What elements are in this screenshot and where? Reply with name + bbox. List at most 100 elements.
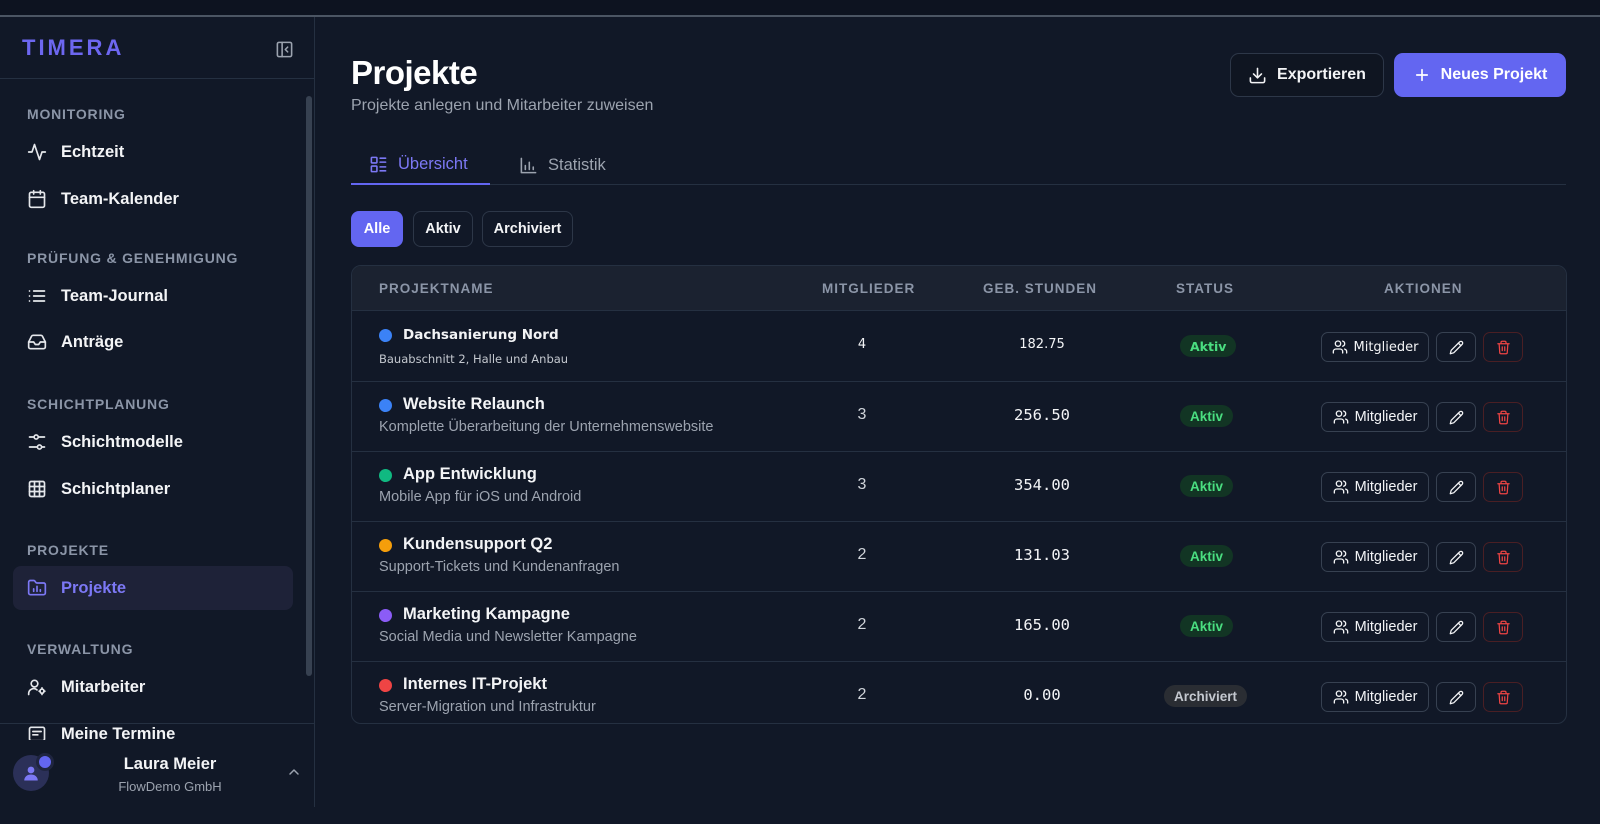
sidebar-item-label: Team-Journal [61, 286, 168, 305]
sidebar-item-label: Team-Kalender [61, 189, 179, 208]
table-row[interactable]: Website Relaunch Komplette Überarbeitung … [352, 382, 1566, 452]
hours-value: 256.50 [1014, 406, 1070, 424]
members-button[interactable]: Mitglieder [1321, 332, 1429, 362]
delete-button[interactable] [1483, 542, 1523, 572]
sidebar-item-echtzeit[interactable]: Echtzeit [13, 130, 293, 174]
members-button[interactable]: Mitglieder [1321, 472, 1429, 502]
filter-archiviert[interactable]: Archiviert [482, 211, 573, 247]
project-color-dot [379, 539, 392, 552]
members-button[interactable]: Mitglieder [1321, 682, 1429, 712]
hours-value: 182.75 [1019, 337, 1065, 352]
project-description: Server-Migration und Infrastruktur [379, 699, 596, 715]
hours-value: 0.00 [1023, 686, 1061, 704]
brand-row: TIMERA [0, 17, 314, 79]
sidebar-item-label: Mitarbeiter [61, 677, 146, 696]
project-name: App Entwicklung [403, 465, 537, 483]
project-description: Mobile App für iOS und Android [379, 489, 582, 505]
export-label: Exportieren [1277, 66, 1366, 83]
edit-button[interactable] [1436, 612, 1476, 642]
bar-chart-icon [520, 157, 537, 173]
hours-value: 165.00 [1014, 616, 1070, 634]
sidebar-item-schichtmodelle[interactable]: Schichtmodelle [13, 420, 293, 464]
edit-button[interactable] [1436, 402, 1476, 432]
table-row[interactable]: Marketing Kampagne Social Media und Newsl… [352, 592, 1566, 662]
sidebar-collapse-button[interactable] [273, 38, 295, 60]
filter-aktiv[interactable]: Aktiv [413, 211, 473, 247]
page-title: Projekte [351, 54, 478, 91]
sidebar-item-team-kalender[interactable]: Team-Kalender [13, 177, 293, 221]
members-button-label: Mitglieder [1354, 619, 1418, 635]
export-button[interactable]: Exportieren [1230, 53, 1384, 97]
sidebar-item-label: Projekte [61, 578, 127, 597]
column-header-status: STATUS [1176, 281, 1234, 296]
trash-icon [1496, 550, 1511, 565]
edit-button[interactable] [1436, 332, 1476, 362]
project-description: Bauabschnitt 2, Halle und Anbau [379, 352, 569, 366]
tab-label: Statistik [548, 155, 606, 174]
sidebar-item-mitarbeiter[interactable]: Mitarbeiter [13, 665, 293, 709]
project-color-dot [379, 609, 392, 622]
sidebar-item-team-journal[interactable]: Team-Journal [13, 274, 293, 318]
trash-icon [1496, 690, 1511, 705]
new-project-label: Neues Projekt [1440, 66, 1548, 83]
brand-logo: TIMERA [22, 35, 125, 60]
delete-button[interactable] [1483, 332, 1523, 362]
download-icon [1249, 67, 1266, 83]
members-button[interactable]: Mitglieder [1321, 542, 1429, 572]
filter-alle[interactable]: Alle [351, 211, 403, 247]
sidebar-item-schichtplaner[interactable]: Schichtplaner [13, 467, 293, 511]
column-header-mitglieder: MITGLIEDER [822, 281, 916, 296]
members-button[interactable]: Mitglieder [1321, 612, 1429, 642]
table-header: PROJEKTNAME MITGLIEDER GEB. STUNDEN STAT… [352, 266, 1566, 311]
status-badge: Aktiv [1180, 475, 1234, 497]
edit-button[interactable] [1436, 472, 1476, 502]
users-icon [1333, 689, 1349, 705]
sidebar-item-antraege[interactable]: Anträge [13, 320, 293, 364]
tab-statistik[interactable]: Statistik [501, 145, 624, 185]
edit-button[interactable] [1436, 682, 1476, 712]
section-label-monitoring: MONITORING [27, 106, 126, 122]
main-content: Projekte Projekte anlegen und Mitarbeite… [316, 17, 1600, 824]
status-badge: Archiviert [1164, 685, 1248, 707]
users-icon [1333, 619, 1349, 635]
users-icon [1333, 549, 1349, 565]
sidebar-scrollbar[interactable] [306, 96, 312, 676]
folder-chart-icon [27, 578, 47, 598]
grid-icon [27, 479, 47, 499]
project-color-dot [379, 679, 392, 692]
projects-table: PROJEKTNAME MITGLIEDER GEB. STUNDEN STAT… [351, 265, 1567, 724]
trash-icon [1496, 410, 1511, 425]
hours-value: 131.03 [1014, 546, 1070, 564]
table-row[interactable]: Dachsanierung Nord Bauabschnitt 2, Halle … [352, 312, 1566, 382]
sidebar-item-projekte[interactable]: Projekte [13, 566, 293, 610]
members-count: 2 [857, 686, 867, 703]
pencil-icon [1449, 620, 1464, 635]
users-icon [1333, 409, 1349, 425]
new-project-button[interactable]: Neues Projekt [1394, 53, 1566, 97]
delete-button[interactable] [1483, 682, 1523, 712]
sidebar-item-label: Schichtmodelle [61, 432, 183, 451]
delete-button[interactable] [1483, 612, 1523, 642]
table-row[interactable]: Internes IT-Projekt Server-Migration und … [352, 662, 1566, 723]
column-header-stunden: GEB. STUNDEN [983, 281, 1098, 296]
project-name: Internes IT-Projekt [403, 675, 547, 693]
table-row[interactable]: Kundensupport Q2 Support-Tickets und Kund… [352, 522, 1566, 592]
project-name: Website Relaunch [403, 395, 545, 413]
section-label-pruefung: PRÜFUNG & GENEHMIGUNG [27, 250, 239, 266]
edit-button[interactable] [1436, 542, 1476, 572]
delete-button[interactable] [1483, 472, 1523, 502]
sliders-icon [27, 432, 47, 452]
tab-uebersicht[interactable]: Übersicht [351, 145, 490, 185]
members-button[interactable]: Mitglieder [1321, 402, 1429, 432]
sidebar-item-label: Schichtplaner [61, 479, 171, 498]
members-button-label: Mitglieder [1354, 689, 1418, 705]
project-color-dot [379, 399, 392, 412]
chevron-up-icon[interactable] [286, 764, 302, 780]
project-color-dot [379, 329, 392, 342]
user-cog-icon [27, 677, 47, 697]
delete-button[interactable] [1483, 402, 1523, 432]
activity-icon [27, 142, 47, 162]
table-row[interactable]: App Entwicklung Mobile App für iOS und An… [352, 452, 1566, 522]
tab-bar: Übersicht Statistik [351, 145, 1566, 185]
user-name: Laura Meier [123, 755, 217, 773]
